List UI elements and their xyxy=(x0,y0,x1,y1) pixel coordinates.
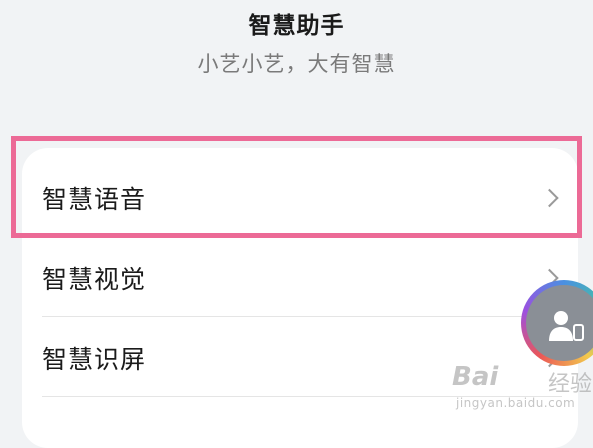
menu-item-label: 智慧语音 xyxy=(42,185,147,214)
watermark-url: jingyan.baidu.com xyxy=(456,396,576,410)
assistant-ball-face xyxy=(526,285,593,361)
menu-item-label: 智慧识屏 xyxy=(42,345,147,374)
menu-item-smart-voice[interactable]: 智慧语音 xyxy=(22,158,578,238)
page-subtitle: 小艺小艺，大有智慧 xyxy=(197,52,396,76)
baidu-watermark: Bai 经验 jingyan.baidu.com xyxy=(452,362,592,422)
chevron-right-icon xyxy=(540,188,559,208)
divider xyxy=(42,316,562,317)
menu-item-label: 智慧视觉 xyxy=(42,265,147,294)
floating-assistant-button[interactable] xyxy=(521,280,593,366)
menu-item-smart-vision[interactable]: 智慧视觉 xyxy=(22,238,578,318)
assistant-person-icon xyxy=(549,311,584,341)
header: 智慧助手 小艺小艺，大有智慧 xyxy=(0,0,593,140)
watermark-logo: Bai xyxy=(452,362,499,392)
page-title: 智慧助手 xyxy=(248,13,345,39)
watermark-tail: 经验 xyxy=(548,372,593,397)
